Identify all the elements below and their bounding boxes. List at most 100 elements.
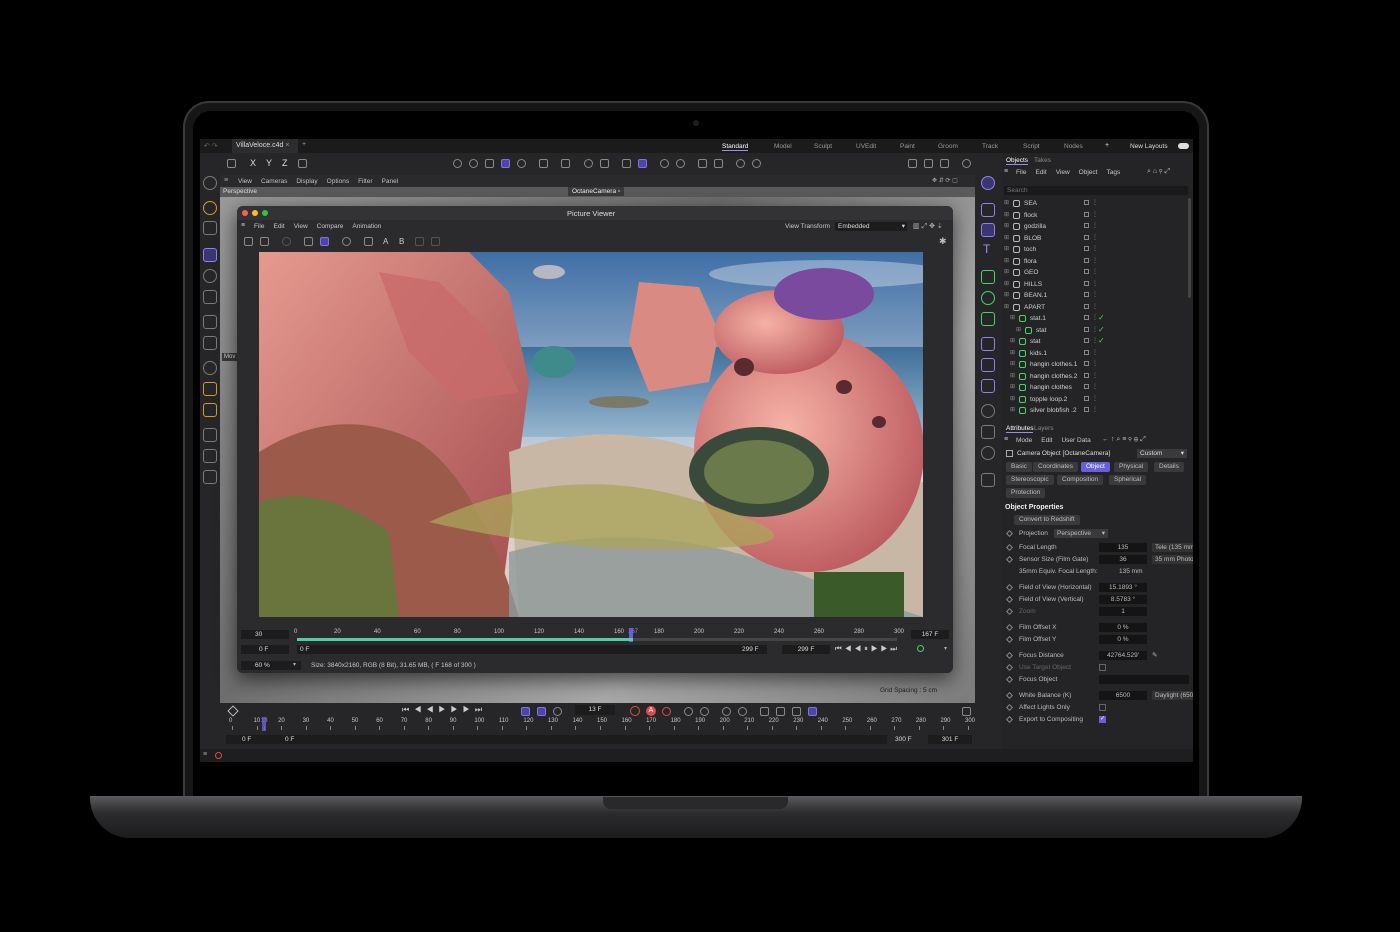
split-icon[interactable]: [431, 237, 440, 246]
checkbox[interactable]: [1099, 664, 1106, 671]
object-row[interactable]: ⊞ stat ⋮ ✓: [1002, 336, 1190, 348]
prop-preset[interactable]: Tele (135 mm): [1152, 543, 1193, 552]
prop-value-field[interactable]: 42764.529': [1099, 651, 1147, 660]
prop-value-field[interactable]: 0 %: [1099, 623, 1147, 632]
keyframe-dot-icon[interactable]: [1005, 529, 1014, 538]
dots-icon[interactable]: ⋮: [1092, 245, 1098, 252]
subtab-protection[interactable]: Protection: [1006, 488, 1046, 498]
dots-icon[interactable]: ⋮: [1092, 349, 1098, 356]
expand-icon[interactable]: ⊞: [1004, 245, 1009, 252]
objects-search-icons[interactable]: ⌕ ⌂ ⚲ ⤢: [1147, 168, 1170, 176]
pv-menu-animation[interactable]: Animation: [352, 223, 381, 230]
volume-icon[interactable]: [981, 379, 995, 393]
objects-search-input[interactable]: [1004, 186, 1188, 195]
status-menu-icon[interactable]: ≡: [203, 751, 207, 758]
new-layouts-button[interactable]: New Layouts: [1130, 143, 1168, 150]
rotation-key-icon[interactable]: [722, 707, 731, 716]
pv-menu-file[interactable]: File: [254, 223, 264, 230]
pv-menu-view[interactable]: View: [294, 223, 308, 230]
camera-label[interactable]: OctaneCamera ▫: [568, 187, 625, 196]
keyframe-dot-icon[interactable]: [1005, 583, 1014, 592]
render-view-icon[interactable]: [453, 159, 462, 168]
undo-icon[interactable]: ↶ ↷: [204, 142, 218, 150]
playback-controls[interactable]: ⏮◀◀▶▶▶⏭: [402, 705, 487, 715]
layout-tab-uvedit[interactable]: UVEdit: [856, 143, 876, 150]
visibility-icon[interactable]: [1084, 315, 1089, 320]
paint-tool-icon[interactable]: [203, 449, 217, 463]
clapper-icon[interactable]: [908, 159, 917, 168]
subtab-object[interactable]: Object: [1081, 462, 1110, 472]
prop-value-field[interactable]: 6500: [1099, 691, 1147, 700]
spline-object-icon[interactable]: [981, 203, 995, 217]
visibility-icon[interactable]: [1084, 292, 1089, 297]
open-folder-icon[interactable]: [244, 237, 253, 246]
compare-icon[interactable]: [364, 237, 373, 246]
layout-tab-track[interactable]: Track: [982, 143, 998, 150]
effector-icon[interactable]: [981, 312, 995, 326]
axis-y-icon[interactable]: Y: [266, 158, 272, 168]
region-icon[interactable]: [304, 237, 313, 246]
visibility-icon[interactable]: [1084, 349, 1089, 355]
pv-frame-field[interactable]: 30: [241, 630, 289, 639]
axis-x-icon[interactable]: X: [250, 158, 256, 168]
visibility-icon[interactable]: [1084, 372, 1089, 378]
expand-icon[interactable]: ⊞: [1004, 234, 1009, 241]
range-icon[interactable]: [537, 707, 546, 716]
timeline-end-field-2[interactable]: 301 F: [928, 735, 972, 744]
pv-loop-icon[interactable]: [917, 645, 924, 652]
object-row[interactable]: ⊞ hangin clothes ⋮: [1002, 382, 1190, 394]
zoom-window-icon[interactable]: [262, 210, 268, 216]
visibility-icon[interactable]: [1084, 326, 1089, 332]
pv-playback-controls[interactable]: ⏮◀◀⏸▶▶⏭: [835, 644, 900, 654]
sculpt-tool-icon[interactable]: [203, 470, 217, 484]
timeline-end-field[interactable]: 300 F: [895, 735, 912, 744]
timeline-start-field[interactable]: 0 F: [226, 735, 282, 744]
expand-icon[interactable]: ⊞: [1010, 360, 1015, 367]
timeline-playhead[interactable]: [261, 717, 266, 731]
visibility-icon[interactable]: [1084, 234, 1089, 240]
pv-more-icon[interactable]: ▾: [944, 645, 947, 652]
keyframe-dot-icon[interactable]: [1005, 635, 1014, 644]
keyframe-dot-icon[interactable]: [1005, 555, 1014, 564]
visibility-icon[interactable]: [1084, 280, 1089, 286]
camera-object-icon[interactable]: [981, 425, 995, 439]
object-row[interactable]: ⊞ flock ⋮: [1002, 210, 1190, 222]
undo-button-icon[interactable]: [227, 159, 236, 168]
keyframe-icon[interactable]: [227, 705, 239, 717]
prop-value-field[interactable]: 36: [1099, 555, 1147, 564]
environment-icon[interactable]: [981, 404, 995, 418]
expand-icon[interactable]: ⊞: [1004, 199, 1009, 206]
prop-value-field[interactable]: 8.5783 °: [1099, 595, 1147, 604]
viewport-menu-options[interactable]: Options: [327, 178, 349, 185]
viewport-menu-view[interactable]: View: [238, 178, 252, 185]
compare-a-icon[interactable]: A: [383, 237, 388, 246]
auto-key-icon[interactable]: A: [646, 706, 656, 716]
pv-header-icons[interactable]: ▥ ⤢ ✥ ⇣: [913, 222, 943, 231]
rotate-tool-icon[interactable]: [203, 269, 217, 283]
grid-icon[interactable]: [622, 159, 631, 168]
brush-tool-icon[interactable]: [203, 428, 217, 442]
projection-select[interactable]: Perspective ▾: [1054, 529, 1108, 538]
object-row[interactable]: ⊞ topple loop.2 ⋮: [1002, 394, 1190, 406]
visibility-icon[interactable]: [1084, 395, 1089, 401]
move-tool-icon[interactable]: [203, 248, 217, 262]
swap-icon[interactable]: [415, 237, 424, 246]
sound-icon[interactable]: [553, 707, 562, 716]
bug-icon[interactable]: ✱: [939, 236, 947, 247]
viewport-menu-cameras[interactable]: Cameras: [261, 178, 287, 185]
add-tab-icon[interactable]: +: [302, 141, 306, 148]
object-row[interactable]: ⊞ hangin clothes.1 ⋮: [1002, 359, 1190, 371]
objects-tab-takes[interactable]: Takes: [1034, 157, 1051, 164]
prop-preset[interactable]: Daylight (6500 K): [1152, 691, 1193, 700]
point-key-icon[interactable]: [792, 707, 801, 716]
visibility-icon[interactable]: [1084, 384, 1089, 389]
layout-tab-script[interactable]: Script: [1023, 143, 1040, 150]
objects-menu-icon[interactable]: ≡: [1004, 168, 1008, 175]
visibility-icon[interactable]: [1084, 246, 1089, 251]
compare-b-icon[interactable]: B: [399, 237, 404, 246]
objects-menu-edit[interactable]: Edit: [1035, 169, 1046, 176]
object-row[interactable]: ⊞ godzilla ⋮: [1002, 221, 1190, 233]
prop-value-field[interactable]: 15.1893 °: [1099, 583, 1147, 592]
view-transform-select[interactable]: Embedded ▾: [835, 222, 907, 231]
pick-icon[interactable]: ✎: [1152, 651, 1157, 659]
